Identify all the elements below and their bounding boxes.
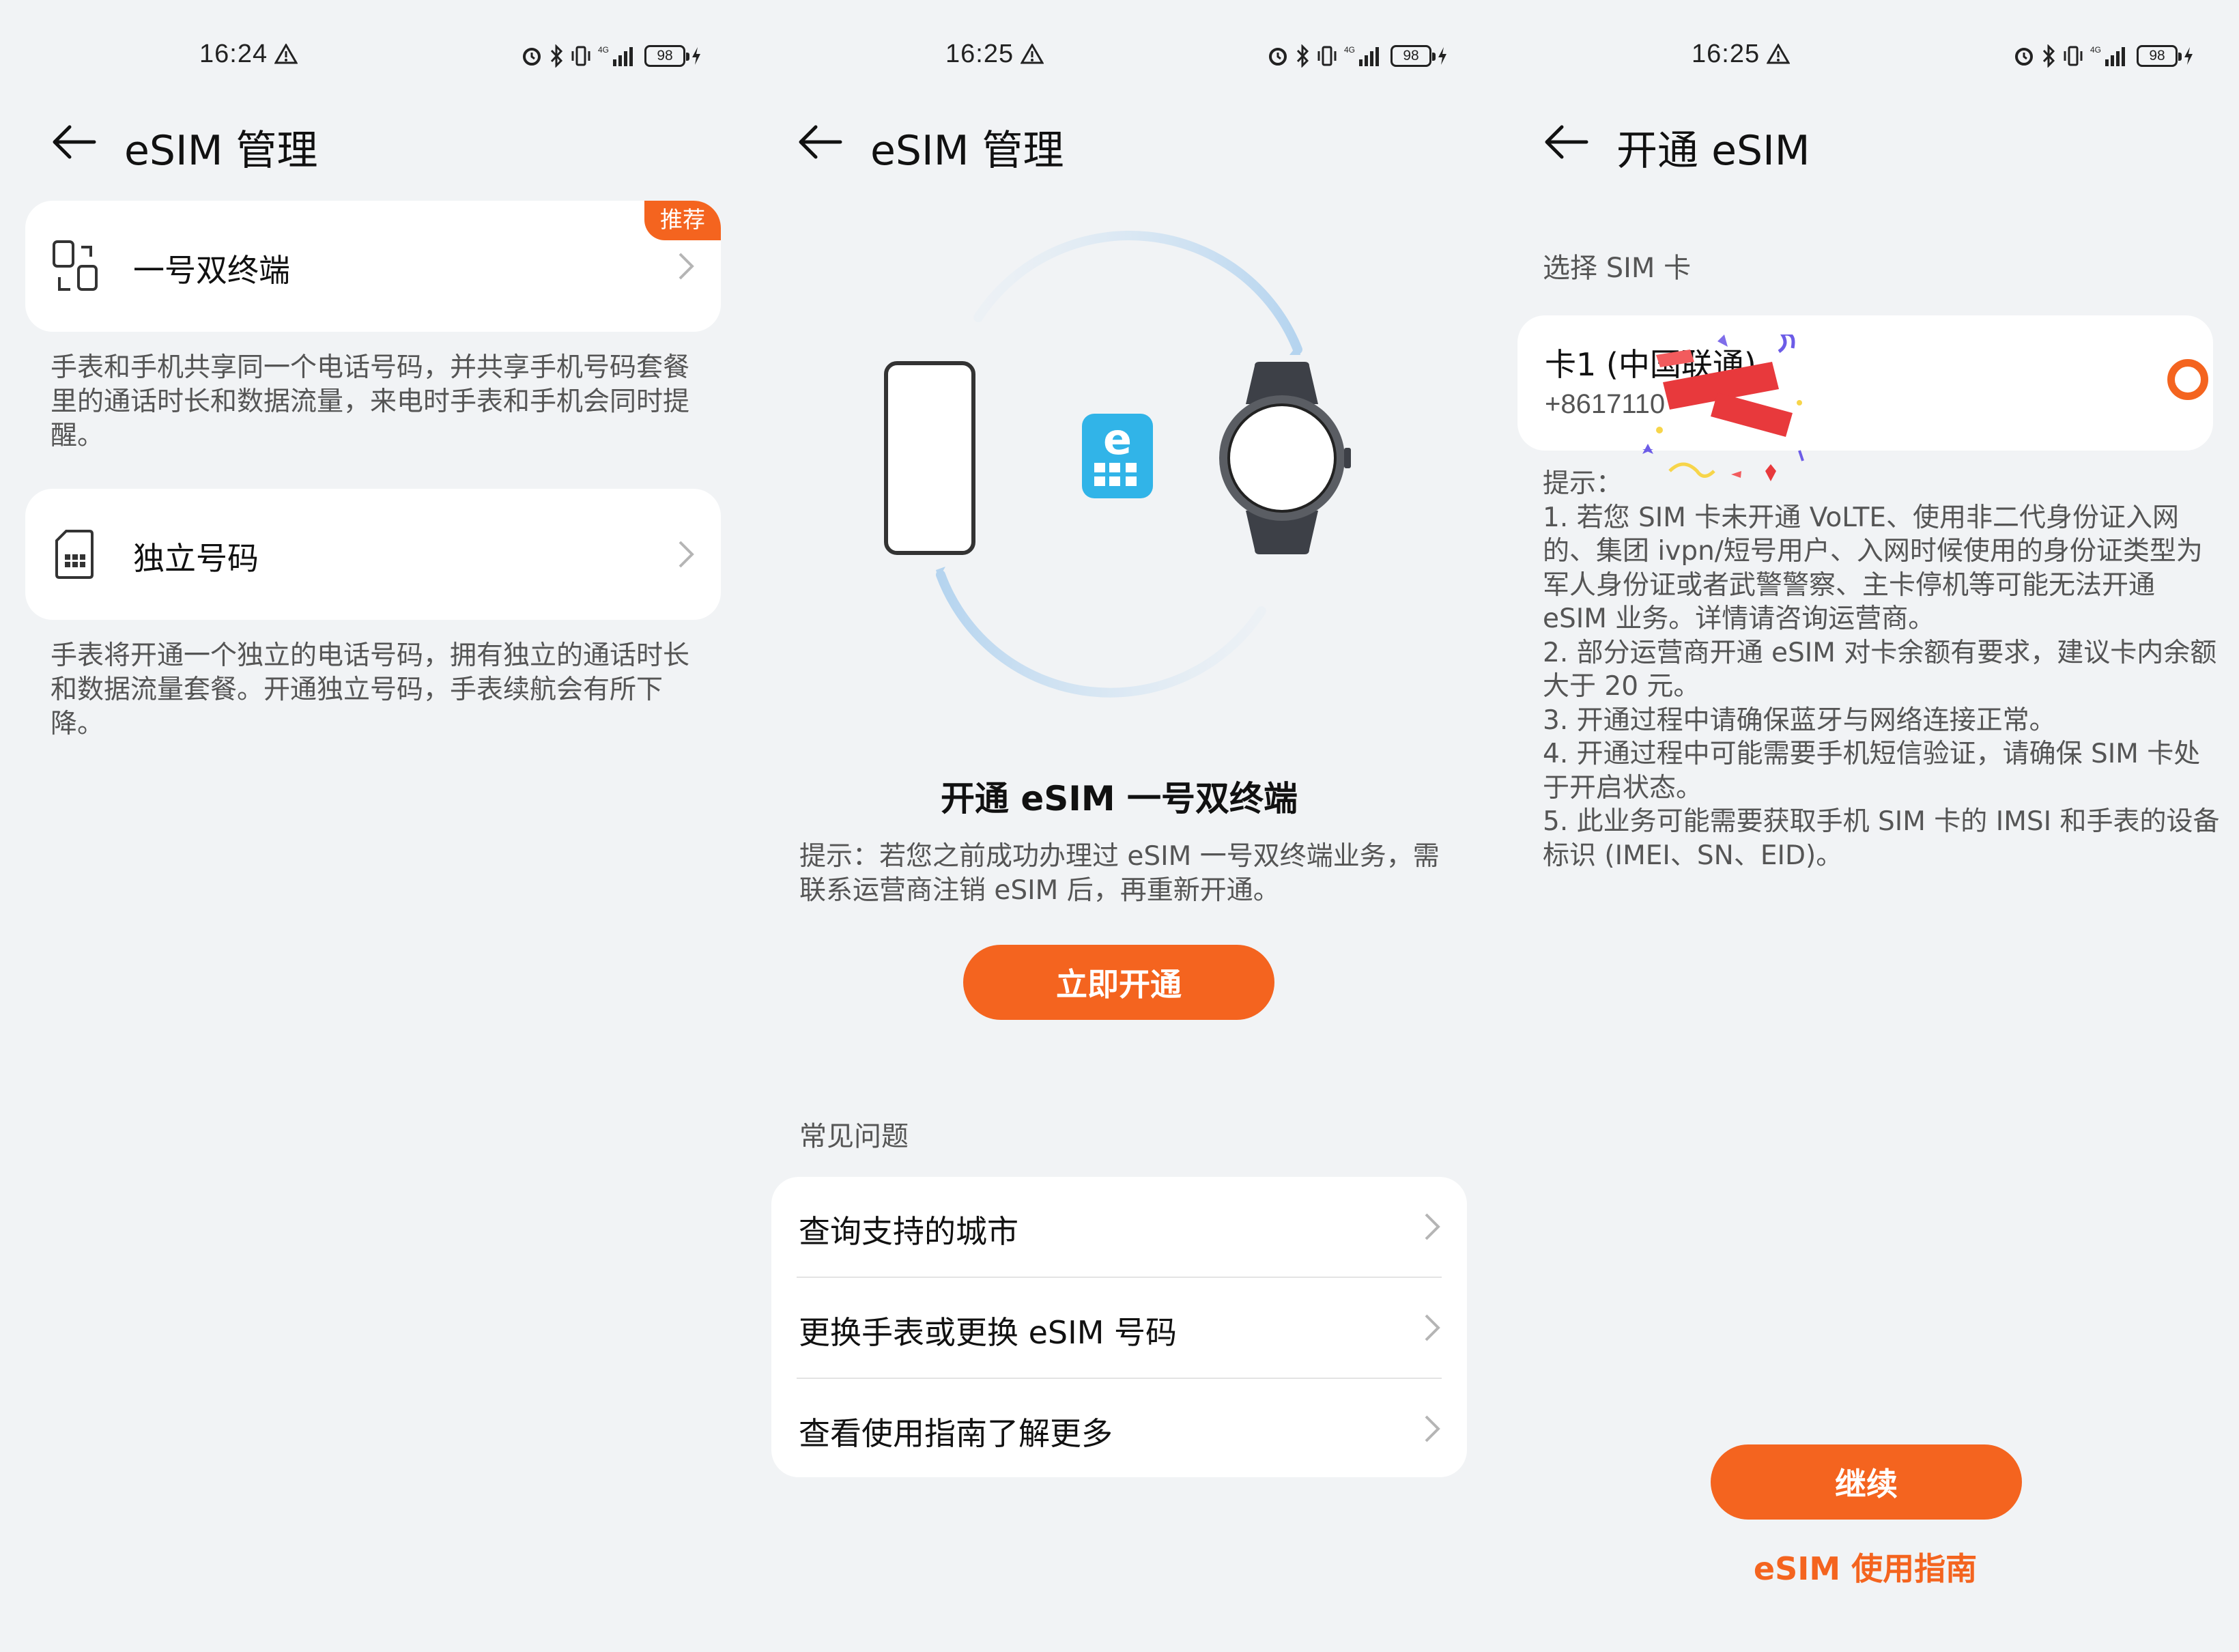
bluetooth-icon xyxy=(550,44,563,68)
warning-icon xyxy=(1767,44,1790,64)
faq-item-change-watch[interactable]: 更换手表或更换 eSIM 号码 xyxy=(771,1278,1467,1378)
bluetooth-icon xyxy=(1296,44,1309,68)
esim-icon: e xyxy=(1082,414,1153,498)
section-title: 选择 SIM 卡 xyxy=(1543,253,1692,284)
note-item: 4. 开通过程中可能需要手机短信验证，请确保 SIM 卡处于开启状态。 xyxy=(1543,739,2201,803)
back-arrow-icon[interactable] xyxy=(49,122,98,162)
svg-text:e: e xyxy=(1103,414,1132,464)
charging-icon xyxy=(692,47,700,65)
battery-icon: 98 xyxy=(1391,45,1436,67)
status-time: 16:25 xyxy=(1692,40,1760,68)
faq-title: 常见问题 xyxy=(799,1121,909,1152)
back-arrow-icon[interactable] xyxy=(1541,122,1591,162)
faq-list: 查询支持的城市 更换手表或更换 eSIM 号码 查看使用指南了解更多 xyxy=(771,1177,1467,1477)
vibrate-icon xyxy=(571,46,590,66)
note-item: 1. 若您 SIM 卡未开通 VoLTE、使用非二代身份证入网的、集团 ivpn… xyxy=(1543,502,2203,635)
chevron-right-icon xyxy=(1425,1314,1440,1341)
svg-text:4G: 4G xyxy=(598,45,609,55)
notes-block: 提示： 1. 若您 SIM 卡未开通 VoLTE、使用非二代身份证入网的、集团 … xyxy=(1543,467,2225,872)
recommended-badge: 推荐 xyxy=(644,201,721,240)
card-description: 手表将开通一个独立的电话号码，拥有独立的通话时长和数据流量套餐。开通独立号码，手… xyxy=(51,640,690,739)
chevron-right-icon xyxy=(679,253,694,280)
continue-button[interactable]: 继续 xyxy=(1711,1444,2022,1520)
charging-icon xyxy=(2184,47,2193,65)
notes-title: 提示： xyxy=(1543,468,1623,499)
note-item: 2. 部分运营商开通 eSIM 对卡余额有要求，建议卡内余额大于 20 元。 xyxy=(1543,637,2217,702)
app-header: eSIM 管理 xyxy=(0,115,746,175)
faq-item-label: 查看使用指南了解更多 xyxy=(799,1415,1113,1452)
card-description: 手表和手机共享同一个电话号码，并共享手机号码套餐里的通话时长和数据流量，来电时手… xyxy=(51,352,690,451)
page-title: 开通 eSIM xyxy=(1616,127,1810,175)
faq-item-supported-cities[interactable]: 查询支持的城市 xyxy=(771,1177,1467,1277)
esim-management-screen: 16:24 4G 98 eSIM 管理 一号双终端 推荐 手表和手机共享同一个电… xyxy=(0,0,746,1652)
signal-icon: 4G xyxy=(1344,45,1379,66)
charging-icon xyxy=(1438,47,1446,65)
page-title: eSIM 管理 xyxy=(124,127,318,175)
alarm-icon xyxy=(523,48,541,66)
chevron-right-icon xyxy=(679,541,694,568)
chevron-right-icon xyxy=(1425,1415,1440,1442)
one-number-two-devices-card[interactable]: 一号双终端 推荐 xyxy=(25,201,721,332)
alarm-icon xyxy=(1269,48,1287,66)
status-bar: 16:25 4G 98 xyxy=(1492,40,2238,72)
chevron-right-icon xyxy=(1425,1213,1440,1240)
activate-now-button[interactable]: 立即开通 xyxy=(963,945,1274,1020)
signal-icon: 4G xyxy=(2090,45,2125,66)
vibrate-icon xyxy=(2064,46,2083,66)
faq-item-label: 查询支持的城市 xyxy=(799,1213,1018,1250)
status-time: 16:25 xyxy=(945,40,1014,68)
devices-icon xyxy=(53,240,98,291)
vibrate-icon xyxy=(1317,46,1337,66)
sim-radio-selected[interactable] xyxy=(2167,359,2208,400)
esim-activate-intro-screen: 16:25 4G 98 eSIM 管理 e 开通 eSIM 一号双终端 提示：若… xyxy=(746,0,1492,1652)
battery-icon: 98 xyxy=(644,45,689,67)
bluetooth-icon xyxy=(2042,44,2055,68)
activate-heading: 开通 eSIM 一号双终端 xyxy=(940,779,1298,818)
independent-number-card[interactable]: 独立号码 xyxy=(25,489,721,620)
sim-icon xyxy=(55,530,94,579)
warning-icon xyxy=(274,44,298,64)
note-item: 5. 此业务可能需要获取手机 SIM 卡的 IMSI 和手表的设备标识 (IME… xyxy=(1543,806,2220,871)
card-label: 一号双终端 xyxy=(133,252,290,289)
page-title: eSIM 管理 xyxy=(870,127,1064,175)
signal-icon: 4G xyxy=(598,45,633,66)
svg-text:4G: 4G xyxy=(1344,45,1355,55)
svg-text:4G: 4G xyxy=(2090,45,2101,55)
activate-esim-screen: 16:25 4G 98 开通 eSIM 选择 SIM 卡 卡1 (中国联通) +… xyxy=(1492,0,2238,1652)
esim-guide-link[interactable]: eSIM 使用指南 xyxy=(1492,1544,2238,1589)
battery-icon: 98 xyxy=(2137,45,2182,67)
faq-item-label: 更换手表或更换 eSIM 号码 xyxy=(799,1314,1177,1351)
warning-icon xyxy=(1021,44,1044,64)
note-item: 3. 开通过程中请确保蓝牙与网络连接正常。 xyxy=(1543,704,2056,736)
app-header: 开通 eSIM xyxy=(1492,115,2238,175)
back-arrow-icon[interactable] xyxy=(795,122,844,162)
status-bar: 16:25 4G 98 xyxy=(746,40,1492,72)
phone-watch-sync-illustration: e xyxy=(884,231,1351,698)
activate-tip: 提示：若您之前成功办理过 eSIM 一号双终端业务，需联系运营商注销 eSIM … xyxy=(799,841,1440,906)
status-time: 16:24 xyxy=(199,40,268,68)
card-label: 独立号码 xyxy=(133,540,259,577)
alarm-icon xyxy=(2015,48,2033,66)
faq-item-user-guide[interactable]: 查看使用指南了解更多 xyxy=(771,1379,1467,1479)
app-header: eSIM 管理 xyxy=(746,115,1492,175)
status-bar: 16:24 4G 98 xyxy=(0,40,746,72)
